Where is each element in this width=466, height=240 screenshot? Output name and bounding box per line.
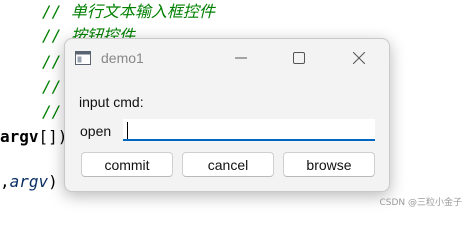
- code-comment-line: //: [42, 77, 62, 96]
- app-window-icon: [75, 51, 91, 65]
- demo-dialog-window: demo1 input cmd: open commit cancel brow…: [64, 38, 390, 192]
- code-comment-line: // 单行文本输入框控件: [42, 2, 215, 21]
- commit-button[interactable]: commit: [81, 152, 173, 177]
- code-text: ,: [0, 172, 10, 191]
- browse-button[interactable]: browse: [283, 152, 375, 177]
- cancel-button[interactable]: cancel: [182, 152, 274, 177]
- code-comment-line: //: [42, 102, 62, 121]
- watermark: CSDN @三粒小金子: [379, 198, 462, 208]
- title-bar[interactable]: demo1: [65, 39, 389, 77]
- window-title: demo1: [101, 50, 144, 66]
- input-cmd-label: input cmd:: [79, 94, 144, 110]
- minimize-icon: [235, 57, 247, 59]
- code-keyword: argv: [0, 127, 39, 146]
- code-param: argv: [9, 172, 49, 191]
- maximize-button[interactable]: [277, 39, 321, 77]
- text-cursor: [127, 122, 128, 139]
- close-icon: [353, 52, 365, 64]
- code-comment-line: //: [42, 52, 62, 71]
- maximize-icon: [293, 52, 305, 64]
- code-text: ): [48, 172, 58, 191]
- code-call-line: ,argv): [0, 172, 58, 192]
- open-label: open: [80, 123, 112, 139]
- close-button[interactable]: [337, 39, 381, 77]
- command-input[interactable]: [123, 119, 375, 141]
- code-argv-line: argv[]): [0, 127, 67, 147]
- minimize-button[interactable]: [219, 39, 263, 77]
